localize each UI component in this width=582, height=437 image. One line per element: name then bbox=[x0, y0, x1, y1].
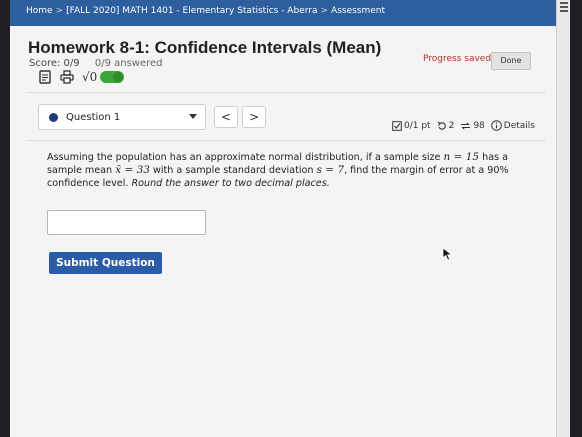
progress-status: Progress saved bbox=[423, 54, 492, 64]
next-question-button[interactable]: > bbox=[242, 106, 266, 128]
page-title: Homework 8-1: Confidence Intervals (Mean… bbox=[28, 38, 382, 57]
sample-mean-expr: x̄ = 33 bbox=[115, 164, 150, 176]
question-select-label: Question 1 bbox=[66, 111, 121, 123]
question-select[interactable]: Question 1 bbox=[38, 104, 206, 130]
divider bbox=[28, 140, 546, 141]
breadcrumb-separator: > bbox=[320, 6, 329, 16]
attempts-count: 2 bbox=[448, 120, 455, 131]
breadcrumb-home[interactable]: Home bbox=[26, 6, 53, 16]
question-status-dot bbox=[49, 112, 58, 122]
submit-question-button[interactable]: Submit Question bbox=[49, 252, 162, 274]
checkbox-icon bbox=[392, 120, 402, 131]
answer-input[interactable] bbox=[47, 210, 206, 235]
points-text: 0/1 pt bbox=[404, 120, 431, 131]
done-button[interactable]: Done bbox=[491, 52, 531, 70]
question-part-3: with a sample standard deviation bbox=[149, 165, 317, 176]
sqrt-icon[interactable]: √0 bbox=[82, 70, 97, 84]
breadcrumb-separator: > bbox=[55, 6, 64, 16]
question-meta: 0/1 pt 2 98 Details bbox=[392, 120, 541, 131]
question-text: Assuming the population has an approxima… bbox=[47, 151, 542, 190]
toolbar: √0 bbox=[38, 68, 125, 86]
mouse-cursor-icon bbox=[442, 247, 453, 261]
scrollbar[interactable] bbox=[556, 0, 570, 437]
retries-count: 98 bbox=[473, 120, 485, 131]
attempts-item: 2 bbox=[437, 120, 455, 131]
print-icon[interactable] bbox=[60, 70, 74, 84]
question-part-1: Assuming the population has an approxima… bbox=[47, 152, 444, 163]
app-window: Home > [FALL 2020] MATH 1401 - Elementary … bbox=[10, 0, 570, 437]
breadcrumb-course[interactable]: [FALL 2020] MATH 1401 - Elementary Stati… bbox=[66, 6, 317, 16]
notes-icon[interactable] bbox=[38, 70, 52, 84]
details-label: Details bbox=[503, 120, 535, 131]
prev-question-button[interactable]: < bbox=[214, 106, 238, 128]
menu-icon[interactable] bbox=[560, 2, 568, 14]
toggle-switch[interactable] bbox=[100, 71, 125, 83]
chevron-down-icon bbox=[189, 114, 197, 119]
question-instruction: Round the answer to two decimal places. bbox=[131, 178, 330, 189]
divider bbox=[28, 92, 546, 93]
sample-size-expr: n = 15 bbox=[443, 151, 480, 163]
undo-icon bbox=[437, 121, 446, 130]
retry-icon bbox=[461, 121, 471, 130]
info-icon bbox=[490, 120, 502, 131]
details-link[interactable]: Details bbox=[490, 120, 535, 131]
retries-item: 98 bbox=[460, 120, 485, 131]
breadcrumb-assessment[interactable]: Assessment bbox=[331, 6, 385, 16]
breadcrumb: Home > [FALL 2020] MATH 1401 - Elementary … bbox=[10, 0, 556, 26]
std-dev-expr: s = 7 bbox=[316, 164, 345, 176]
points-item: 0/1 pt bbox=[392, 121, 431, 131]
